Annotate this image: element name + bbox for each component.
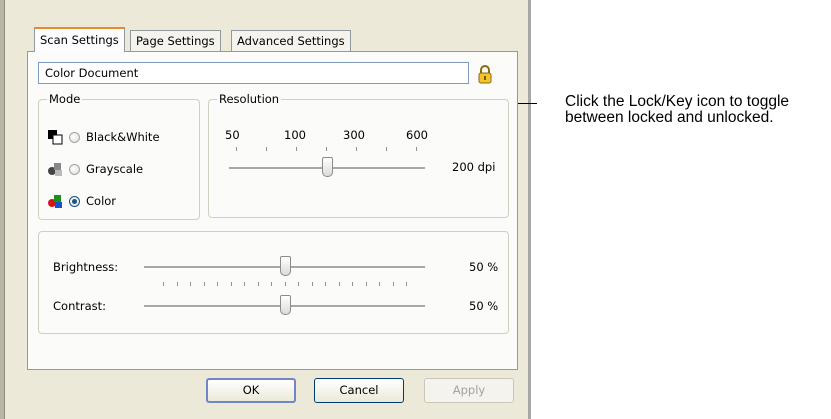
resolution-tick bbox=[386, 147, 387, 151]
tone-tick bbox=[311, 282, 313, 286]
ok-button[interactable]: OK bbox=[206, 378, 296, 403]
tone-tick bbox=[406, 282, 407, 286]
tone-tick bbox=[257, 282, 259, 286]
tone-tick bbox=[365, 282, 367, 286]
color-label: Color bbox=[86, 194, 117, 208]
tone-tick bbox=[392, 282, 394, 286]
lock-key-icon[interactable] bbox=[477, 64, 493, 84]
tone-tick bbox=[190, 282, 191, 286]
resolution-value: 200 dpi bbox=[452, 160, 496, 174]
tone-tick bbox=[338, 282, 340, 286]
resolution-tick bbox=[416, 147, 417, 151]
mode-legend: Mode bbox=[47, 92, 83, 106]
tone-tick bbox=[271, 282, 272, 286]
tab-scan-settings[interactable]: Scan Settings bbox=[34, 27, 125, 52]
tone-group: Brightness: 50 % Contrast: 50 % bbox=[38, 231, 509, 334]
contrast-slider-thumb[interactable] bbox=[279, 295, 291, 315]
brightness-value: 50 % bbox=[469, 260, 499, 274]
brightness-slider-thumb[interactable] bbox=[279, 256, 291, 276]
resolution-legend: Resolution bbox=[217, 92, 282, 106]
window-frame-edge bbox=[0, 0, 5, 419]
tone-tick bbox=[284, 282, 286, 286]
tone-tick bbox=[379, 282, 380, 286]
resolution-tick-label-100: 100 bbox=[284, 128, 306, 142]
resolution-tick-label-50: 50 bbox=[225, 128, 240, 142]
brightness-label: Brightness: bbox=[53, 260, 119, 274]
tone-tick bbox=[163, 282, 164, 286]
resolution-group: Resolution 50 100 300 600 200 dpi bbox=[208, 92, 509, 218]
scan-settings-panel: Color Document Mode Black&White Grayscal… bbox=[27, 51, 518, 370]
scan-settings-dialog: Scan Settings Page Settings Advanced Set… bbox=[0, 0, 531, 419]
resolution-tick bbox=[236, 147, 237, 151]
tab-advanced-settings[interactable]: Advanced Settings bbox=[231, 30, 351, 51]
black-white-label: Black&White bbox=[86, 130, 160, 144]
preset-name-field[interactable]: Color Document bbox=[38, 62, 469, 84]
contrast-label: Contrast: bbox=[53, 299, 107, 313]
color-radio[interactable] bbox=[69, 195, 80, 207]
tone-tick bbox=[244, 282, 245, 286]
cancel-button[interactable]: Cancel bbox=[314, 378, 404, 403]
resolution-tick bbox=[296, 147, 297, 151]
grayscale-radio[interactable] bbox=[69, 163, 80, 175]
tone-tick bbox=[217, 282, 218, 286]
apply-button[interactable]: Apply bbox=[424, 378, 514, 403]
mode-option-color[interactable]: Color bbox=[47, 192, 116, 210]
tone-tick bbox=[325, 282, 326, 286]
tone-tick bbox=[352, 282, 353, 286]
grayscale-mode-icon bbox=[48, 163, 62, 176]
black-white-mode-icon bbox=[48, 130, 63, 145]
lock-key-callout: Click the Lock/Key icon to toggle betwee… bbox=[565, 93, 790, 126]
tone-tick bbox=[203, 282, 205, 286]
tone-tick bbox=[176, 282, 178, 286]
mode-option-grayscale[interactable]: Grayscale bbox=[47, 160, 143, 178]
contrast-value: 50 % bbox=[469, 299, 499, 313]
tone-tick bbox=[230, 282, 232, 286]
resolution-tick bbox=[266, 147, 267, 151]
resolution-tick-label-300: 300 bbox=[343, 128, 365, 142]
tab-page-settings[interactable]: Page Settings bbox=[130, 30, 221, 51]
color-mode-icon bbox=[48, 195, 62, 208]
black-white-radio[interactable] bbox=[69, 131, 80, 143]
resolution-tick bbox=[356, 147, 357, 151]
mode-option-black-white[interactable]: Black&White bbox=[47, 128, 160, 146]
mode-group: Mode Black&White Grayscale Color bbox=[38, 92, 200, 220]
grayscale-label: Grayscale bbox=[86, 162, 144, 176]
tone-tick bbox=[298, 282, 299, 286]
resolution-tick-label-600: 600 bbox=[406, 128, 428, 142]
resolution-tick bbox=[326, 147, 327, 151]
resolution-slider-thumb[interactable] bbox=[322, 157, 333, 177]
